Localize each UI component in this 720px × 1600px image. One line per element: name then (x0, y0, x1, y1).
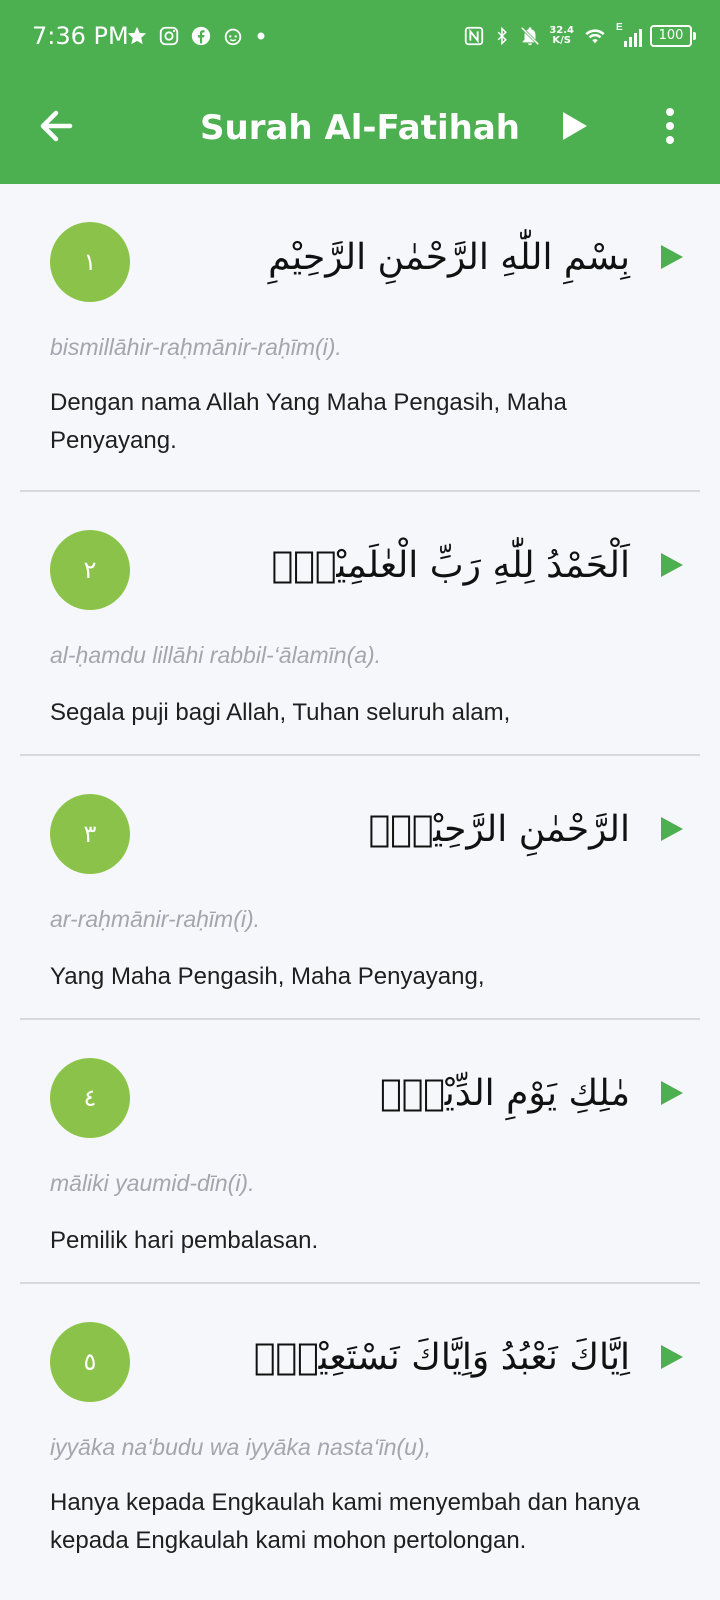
verse-number-badge: ١ (50, 222, 130, 302)
verse-number-badge: ٢ (50, 530, 130, 610)
net-speed: 32.4 K/S (549, 26, 574, 46)
app-bar: Surah Al-Fatihah (0, 72, 720, 184)
play-icon (661, 1345, 683, 1369)
play-all-button[interactable] (554, 106, 594, 146)
verse-transliteration: ar-raḥmānir-raḥīm(i). (50, 906, 261, 932)
verse-arabic-text: اَلْحَمْدُ لِلّٰهِ رَبِّ الْعٰلَمِيْنَۙ (271, 545, 630, 586)
verse-transliteration: bismillāhir-raḥmānir-raḥīm(i). (50, 334, 342, 360)
verse-number-badge: ٣ (50, 794, 130, 874)
verse-transliteration: al-ḥamdu lillāhi rabbil-‘ālamīn(a). (50, 642, 382, 668)
status-right-icons: 32.4 K/S E 100 (463, 20, 696, 52)
verse-transliteration: iyyāka na‘budu wa iyyāka nasta‘īn(u), (50, 1434, 431, 1460)
play-icon (661, 553, 683, 577)
page-title: Surah Al-Fatihah (200, 108, 520, 148)
verse-arabic-text: بِسْمِ اللّٰهِ الرَّحْمٰنِ الرَّحِيْمِ (268, 237, 630, 278)
verse-item: ٤ مٰلِكِ يَوْمِ الدِّيْنِۗ māliki yaumid… (20, 1020, 700, 1284)
more-options-button[interactable] (654, 106, 686, 146)
verse-arabic-text: مٰلِكِ يَوْمِ الدِّيْنِۗ (379, 1073, 630, 1114)
battery-icon: 100 (650, 25, 696, 47)
status-time: 7:36 PM (32, 22, 129, 50)
play-icon (661, 1081, 683, 1105)
net-speed-unit: K/S (552, 35, 571, 46)
verse-translation: Yang Maha Pengasih, Maha Penyayang, (50, 963, 485, 990)
more-vertical-icon (666, 108, 674, 144)
verse-translation: Segala puji bagi Allah, Tuhan seluruh al… (50, 699, 511, 726)
play-icon (563, 112, 587, 140)
wifi-icon (585, 29, 605, 44)
verse-play-button[interactable] (656, 814, 686, 844)
verse-transliteration: māliki yaumid-dīn(i). (50, 1170, 255, 1196)
network-type: E (616, 22, 623, 33)
play-icon (661, 817, 683, 841)
verse-translation: Hanya kepada Engkaulah kami menyembah da… (50, 1489, 640, 1554)
verse-arabic-text: اِيَّاكَ نَعْبُدُ وَاِيَّاكَ نَسْتَعِيْن… (253, 1337, 630, 1378)
verse-play-button[interactable] (656, 550, 686, 580)
status-left-icons (126, 22, 268, 50)
verse-play-button[interactable] (656, 1078, 686, 1108)
bluetooth-icon (498, 26, 508, 46)
verse-item: ٥ اِيَّاكَ نَعْبُدُ وَاِيَّاكَ نَسْتَعِي… (20, 1284, 700, 1580)
nfc-icon (465, 26, 484, 46)
verse-play-button[interactable] (656, 242, 686, 272)
verse-translation: Pemilik hari pembalasan. (50, 1227, 319, 1254)
reddit-icon (224, 28, 242, 46)
mute-icon (521, 26, 540, 46)
star-icon (127, 26, 147, 45)
verse-arabic-text: الرَّحْمٰنِ الرَّحِيْمِۙ (368, 809, 630, 850)
verse-item: ٢ اَلْحَمْدُ لِلّٰهِ رَبِّ الْعٰلَمِيْنَ… (20, 492, 700, 756)
play-icon (661, 245, 683, 269)
verse-number-badge: ٤ (50, 1058, 130, 1138)
dot-icon (257, 32, 265, 40)
verse-item: ١ بِسْمِ اللّٰهِ الرَّحْمٰنِ الرَّحِيْمِ… (20, 184, 700, 492)
verse-translation: Dengan nama Allah Yang Maha Pengasih, Ma… (50, 389, 567, 454)
verse-play-button[interactable] (656, 1342, 686, 1372)
signal-icon: E (616, 22, 642, 47)
instagram-icon (159, 26, 179, 46)
verse-item: ٣ الرَّحْمٰنِ الرَّحِيْمِۙ ar-raḥmānir-r… (20, 756, 700, 1020)
facebook-icon (191, 26, 211, 46)
status-bar: 7:36 PM 32.4 K/S E 100 (0, 0, 720, 72)
verse-number-badge: ٥ (50, 1322, 130, 1402)
verse-list[interactable]: ١ بِسْمِ اللّٰهِ الرَّحْمٰنِ الرَّحِيْمِ… (0, 184, 720, 1580)
